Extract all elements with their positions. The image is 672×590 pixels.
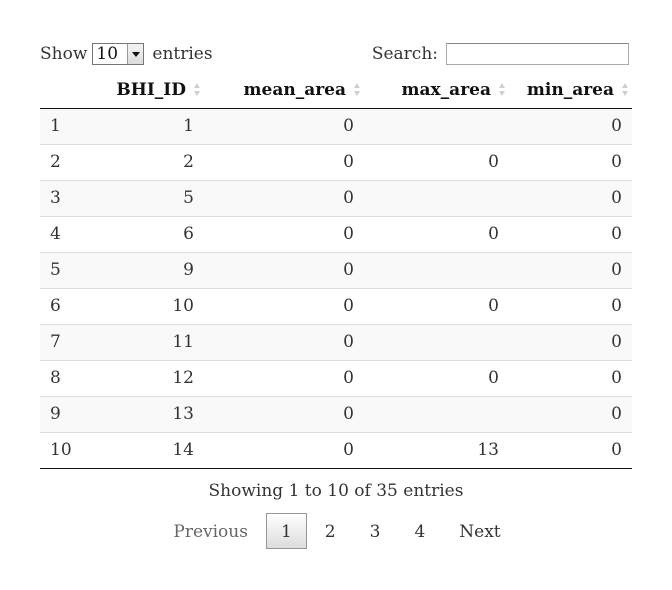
page-button-2[interactable]: 2	[309, 513, 352, 549]
table-cell-rowname: 8	[40, 359, 104, 396]
table-cell-min-area: 0	[509, 251, 632, 288]
table-cell-mean-area: 0	[204, 395, 364, 432]
sort-icon	[622, 83, 630, 97]
table-cell-mean-area: 0	[204, 359, 364, 396]
table-cell-bhi-id: 14	[104, 431, 204, 469]
table-cell-min-area: 0	[509, 395, 632, 432]
table-cell-rowname: 1	[40, 108, 104, 144]
column-header-label: min_area	[526, 79, 614, 100]
table-cell-min-area: 0	[509, 179, 632, 216]
table-cell-max-area	[364, 323, 509, 360]
search-input[interactable]	[446, 43, 629, 65]
column-header-rowname	[40, 72, 104, 109]
entries-label: entries	[152, 44, 213, 64]
table-cell-bhi-id: 1	[104, 108, 204, 144]
sort-icon	[354, 83, 362, 97]
table-row: 8 12 0 0 0	[40, 359, 632, 396]
table-cell-mean-area: 0	[204, 323, 364, 360]
table-header-row: BHI_ID mean_area max_area min_area	[40, 72, 632, 109]
table-cell-bhi-id: 12	[104, 359, 204, 396]
table-row: 2 2 0 0 0	[40, 143, 632, 180]
pagination: Previous 1 2 3 4 Next	[40, 513, 632, 549]
table-cell-rowname: 7	[40, 323, 104, 360]
table-cell-min-area: 0	[509, 215, 632, 252]
table-cell-mean-area: 0	[204, 143, 364, 180]
table-cell-min-area: 0	[509, 323, 632, 360]
search-label: Search:	[371, 44, 438, 64]
table-cell-max-area	[364, 395, 509, 432]
table-cell-bhi-id: 10	[104, 287, 204, 324]
table-row: 10 14 0 13 0	[40, 431, 632, 469]
table-cell-rowname: 5	[40, 251, 104, 288]
table-cell-max-area	[364, 251, 509, 288]
table-row: 5 9 0 0	[40, 251, 632, 288]
table-cell-min-area: 0	[509, 287, 632, 324]
table-row: 7 11 0 0	[40, 323, 632, 360]
table-cell-rowname: 4	[40, 215, 104, 252]
table-cell-mean-area: 0	[204, 251, 364, 288]
table-cell-mean-area: 0	[204, 108, 364, 144]
table-cell-max-area	[364, 108, 509, 144]
page-button-1[interactable]: 1	[265, 513, 307, 549]
sort-icon	[194, 83, 202, 97]
table-cell-mean-area: 0	[204, 431, 364, 469]
sort-icon	[499, 83, 507, 97]
column-header-label: mean_area	[243, 79, 346, 100]
table-cell-max-area: 0	[364, 359, 509, 396]
column-header-bhi-id[interactable]: BHI_ID	[104, 72, 204, 109]
entries-select-value: 10	[96, 44, 119, 64]
table-cell-rowname: 10	[40, 431, 104, 469]
table-cell-rowname: 6	[40, 287, 104, 324]
table-info: Showing 1 to 10 of 35 entries	[208, 481, 464, 501]
search-filter: Search:	[372, 41, 629, 67]
entries-select[interactable]: 10	[92, 43, 145, 65]
table-cell-min-area: 0	[509, 143, 632, 180]
table-cell-max-area	[364, 179, 509, 216]
table-cell-bhi-id: 13	[104, 395, 204, 432]
next-button[interactable]: Next	[443, 513, 516, 549]
table-cell-rowname: 9	[40, 395, 104, 432]
table-cell-min-area: 0	[509, 359, 632, 396]
table-row: 9 13 0 0	[40, 395, 632, 432]
table-row: 4 6 0 0 0	[40, 215, 632, 252]
table-cell-mean-area: 0	[204, 179, 364, 216]
table-cell-bhi-id: 11	[104, 323, 204, 360]
table-row: 3 5 0 0	[40, 179, 632, 216]
table-cell-min-area: 0	[509, 431, 632, 469]
table-cell-max-area: 0	[364, 215, 509, 252]
column-header-mean-area[interactable]: mean_area	[204, 72, 364, 109]
entries-length-control: Show 10 entries	[40, 41, 213, 67]
column-header-min-area[interactable]: min_area	[509, 72, 632, 109]
table-cell-mean-area: 0	[204, 215, 364, 252]
table-cell-min-area: 0	[509, 108, 632, 144]
column-header-label: max_area	[401, 79, 491, 100]
column-header-label: BHI_ID	[116, 79, 186, 100]
table-cell-mean-area: 0	[204, 287, 364, 324]
table-cell-bhi-id: 6	[104, 215, 204, 252]
show-label: Show	[40, 44, 88, 64]
page-button-4[interactable]: 4	[398, 513, 441, 549]
table-cell-bhi-id: 2	[104, 143, 204, 180]
table-cell-rowname: 3	[40, 179, 104, 216]
table-cell-max-area: 0	[364, 143, 509, 180]
page-button-3[interactable]: 3	[354, 513, 397, 549]
table-row: 1 1 0 0	[40, 108, 632, 144]
table-row: 6 10 0 0 0	[40, 287, 632, 324]
table-cell-max-area: 0	[364, 287, 509, 324]
table-cell-bhi-id: 5	[104, 179, 204, 216]
table-cell-max-area: 13	[364, 431, 509, 469]
previous-button[interactable]: Previous	[157, 513, 264, 549]
table-cell-rowname: 2	[40, 143, 104, 180]
column-header-max-area[interactable]: max_area	[364, 72, 509, 109]
table-cell-bhi-id: 9	[104, 251, 204, 288]
chevron-down-icon[interactable]	[127, 44, 144, 64]
data-table: BHI_ID mean_area max_area min_area 1 1 0…	[40, 72, 632, 469]
